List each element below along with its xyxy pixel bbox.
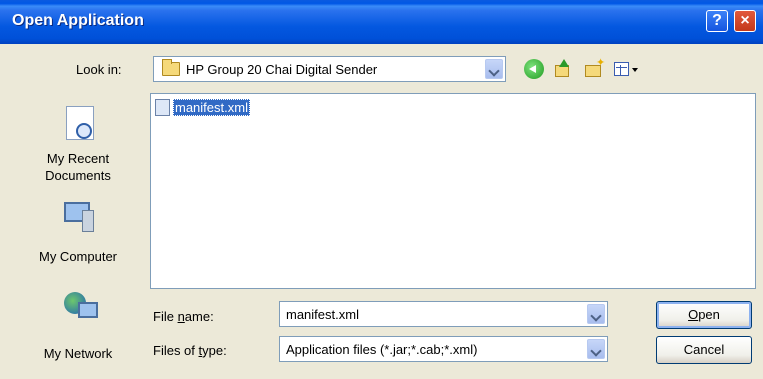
place-label: Documents [45,168,111,183]
folder-icon [162,59,180,76]
dialog-title: Open Application [12,12,144,29]
place-my-computer[interactable]: My Computer [14,196,142,268]
chevron-down-icon[interactable] [587,304,605,324]
chevron-down-icon[interactable] [485,59,503,79]
look-in-value: HP Group 20 Chai Digital Sender [186,62,378,77]
place-label: My Network [43,346,113,361]
close-button[interactable]: × [734,10,756,32]
look-in-dropdown[interactable]: HP Group 20 Chai Digital Sender [153,56,506,82]
help-button[interactable]: ? [706,10,728,32]
file-type-value: Application files (*.jar;*.cab;*.xml) [286,342,478,357]
open-button[interactable]: Open [656,301,752,329]
place-label: My Computer [38,249,118,264]
open-application-dialog: Open Application ? × Look in: HP Group 2… [0,0,763,379]
cancel-button[interactable]: Cancel [656,336,752,364]
file-name-value: manifest.xml [286,307,359,322]
views-menu-icon[interactable] [613,59,639,79]
my-computer-icon [64,202,98,232]
new-folder-icon[interactable] [584,56,605,79]
files-of-type-label: Files of type: [153,343,227,358]
file-type-dropdown[interactable]: Application files (*.jar;*.cab;*.xml) [279,336,608,362]
place-my-network[interactable]: My Network [14,280,142,366]
chevron-down-icon[interactable] [587,339,605,359]
place-label: My Recent [46,151,110,166]
file-name: manifest.xml [173,99,250,116]
my-network-icon [64,292,98,322]
xml-file-icon [155,99,170,116]
places-bar: My Recent Documents My Computer My Netwo… [14,94,142,366]
look-in-label: Look in: [76,62,122,77]
up-folder-icon[interactable] [553,59,573,79]
title-bar[interactable]: Open Application ? × [0,0,763,44]
file-list[interactable]: manifest.xml [150,93,756,289]
file-name-label: File name: [153,309,214,324]
place-my-recent-documents[interactable]: My Recent Documents [14,94,142,189]
back-icon[interactable] [524,59,544,79]
recent-documents-icon [66,106,94,140]
file-name-field[interactable]: manifest.xml [279,301,608,327]
